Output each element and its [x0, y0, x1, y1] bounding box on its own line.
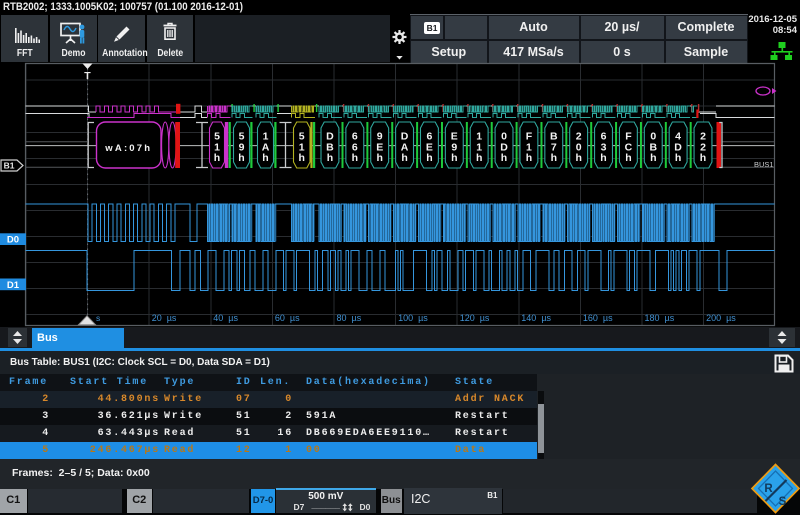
svg-text:60 µs: 60 µs [275, 313, 300, 323]
svg-text:h: h [501, 152, 507, 164]
svg-text:wA:07h: wA:07h [104, 143, 152, 154]
svg-text:S: S [779, 496, 787, 508]
svg-text:180 µs: 180 µs [645, 313, 675, 323]
svg-text:h: h [327, 152, 333, 164]
svg-text:h: h [650, 152, 656, 164]
svg-text:160 µs: 160 µs [583, 313, 613, 323]
svg-text:h: h [700, 152, 706, 164]
svg-text:h: h [401, 152, 407, 164]
svg-text:h: h [262, 152, 268, 164]
svg-text:h: h [625, 152, 631, 164]
svg-text:20 µs: 20 µs [152, 313, 177, 323]
svg-text:h: h [476, 152, 482, 164]
svg-text:h: h [426, 152, 432, 164]
svg-text:h: h [575, 152, 581, 164]
svg-text:BUS1: BUS1 [754, 160, 774, 169]
svg-text:100 µs: 100 µs [398, 313, 428, 323]
svg-text:80 µs: 80 µs [337, 313, 362, 323]
svg-text:D1: D1 [7, 280, 20, 291]
svg-text:200 µs: 200 µs [706, 313, 736, 323]
svg-text:T: T [84, 70, 91, 82]
svg-text:h: h [675, 152, 681, 164]
svg-text:h: h [600, 152, 606, 164]
svg-text:h: h [352, 152, 358, 164]
svg-text:h: h [376, 152, 382, 164]
svg-text:h: h [298, 152, 304, 164]
svg-text:40 µs: 40 µs [213, 313, 238, 323]
svg-text:h: h [214, 152, 220, 164]
svg-text:h: h [238, 152, 244, 164]
svg-text:B1: B1 [4, 161, 15, 171]
svg-text:h: h [451, 152, 457, 164]
svg-text:140 µs: 140 µs [521, 313, 551, 323]
svg-text:s: s [96, 313, 100, 323]
svg-text:h: h [526, 152, 532, 164]
svg-text:D0: D0 [7, 235, 19, 246]
svg-text:h: h [551, 152, 557, 164]
svg-text:120 µs: 120 µs [460, 313, 490, 323]
